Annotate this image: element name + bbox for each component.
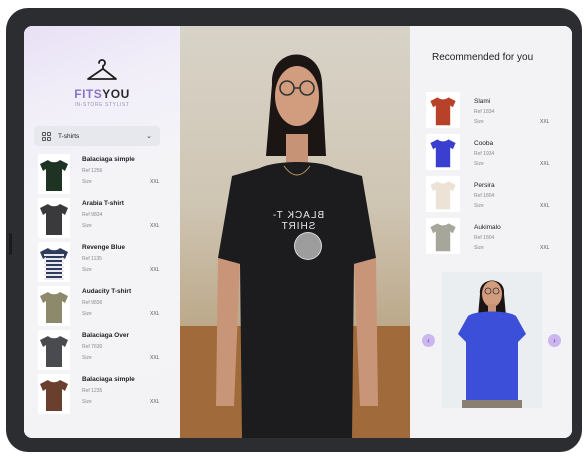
product-list-item[interactable]: Audacity T-shirt Ref 9836 Size XXL (38, 286, 168, 328)
recommended-item-ref: Ref 1804 (474, 193, 495, 199)
product-ref: Ref 1256 (82, 168, 103, 174)
product-name: Revenge Blue (82, 244, 125, 251)
category-dropdown[interactable]: T-shirts ⌄ (34, 126, 160, 146)
grid-icon (42, 131, 51, 141)
category-dropdown-value: T-shirts (58, 132, 80, 140)
right-panel: Recommended for you Slami Ref 1834 Size … (410, 26, 572, 438)
product-list-item[interactable]: Arabia T-shirt Ref 9834 Size XXL (38, 198, 168, 240)
camera-view: BLACK T-SHIRT (180, 26, 410, 438)
recommended-title: Recommended for you (432, 52, 534, 63)
tshirt-icon (426, 134, 460, 170)
product-ref: Ref 9836 (82, 300, 103, 306)
product-size-label: Size (82, 223, 92, 229)
preview-person-figure (458, 280, 526, 408)
product-name: Arabia T-shirt (82, 200, 124, 207)
product-size-value: XXL (150, 355, 160, 361)
recommended-item[interactable]: Cooba Ref 1934 Size XXL (426, 134, 556, 172)
product-name: Balaciaga simple (82, 156, 135, 163)
product-size-label: Size (82, 267, 92, 273)
recommended-item-size-value: XXL (540, 203, 550, 209)
shirt-print-text: BLACK T-SHIRT (271, 210, 325, 232)
product-ref: Ref 9834 (82, 212, 103, 218)
product-list-item[interactable]: Balaciaga simple Ref 1256 Size XXL (38, 154, 168, 196)
product-ref: Ref 1235 (82, 388, 103, 394)
recommended-item-ref: Ref 1804 (474, 235, 495, 241)
recommended-item-size-value: XXL (540, 245, 550, 251)
tshirt-icon (38, 242, 70, 282)
recommended-item-size-label: Size (474, 161, 484, 167)
recommended-item-size-label: Size (474, 203, 484, 209)
product-list-item[interactable]: Balaciaga Over Ref 7630 Size XXL (38, 330, 168, 372)
tshirt-icon (38, 374, 70, 414)
brand-name: FITSYOU (70, 87, 134, 101)
person-figure (216, 54, 378, 438)
product-size-label: Size (82, 179, 92, 185)
product-size-label: Size (82, 311, 92, 317)
brand-name-part2: YOU (102, 87, 130, 101)
product-size-value: XXL (150, 223, 160, 229)
product-list-item[interactable]: Balaciaga simple Ref 1235 Size XXL (38, 374, 168, 416)
recommended-item-size-value: XXL (540, 119, 550, 125)
recommended-item[interactable]: Aukimalo Ref 1804 Size XXL (426, 218, 556, 256)
tshirt-icon (426, 218, 460, 254)
product-size-value: XXL (150, 267, 160, 273)
product-ref: Ref 7630 (82, 344, 103, 350)
product-name: Balaciaga Over (82, 332, 129, 339)
recommended-item-size-label: Size (474, 245, 484, 251)
recommended-item-size-label: Size (474, 119, 484, 125)
tshirt-icon (38, 198, 70, 238)
tshirt-icon (426, 176, 460, 212)
recommended-item-name: Aukimalo (474, 224, 501, 231)
recommended-item[interactable]: Slami Ref 1834 Size XXL (426, 92, 556, 130)
capture-button[interactable] (294, 232, 322, 260)
recommended-item-name: Cooba (474, 140, 494, 147)
tshirt-icon (38, 330, 70, 370)
recommended-item-ref: Ref 1934 (474, 151, 495, 157)
tshirt-icon (426, 92, 460, 128)
product-size-value: XXL (150, 311, 160, 317)
chevron-down-icon: ⌄ (146, 133, 152, 140)
tshirt-icon (38, 286, 70, 326)
previous-arrow-button[interactable]: ‹ (422, 334, 435, 347)
recommended-item-size-value: XXL (540, 161, 550, 167)
product-ref: Ref 1135 (82, 256, 102, 262)
recommended-item[interactable]: Persira Ref 1804 Size XXL (426, 176, 556, 214)
product-size-value: XXL (150, 179, 160, 185)
product-size-label: Size (82, 399, 92, 405)
brand-name-part1: FITS (74, 87, 103, 101)
left-panel: FITSYOU IN-STORE STYLIST T-shirts ⌄ Bala… (24, 26, 180, 438)
recommended-item-ref: Ref 1834 (474, 109, 495, 115)
tablet-frame: FITSYOU IN-STORE STYLIST T-shirts ⌄ Bala… (6, 8, 582, 452)
app-screen: FITSYOU IN-STORE STYLIST T-shirts ⌄ Bala… (24, 26, 572, 438)
product-name: Audacity T-shirt (82, 288, 132, 295)
recommended-item-name: Slami (474, 98, 491, 105)
product-size-value: XXL (150, 399, 160, 405)
next-arrow-button[interactable]: › (548, 334, 561, 347)
hanger-icon (87, 59, 117, 80)
product-size-label: Size (82, 355, 92, 361)
tshirt-icon (38, 154, 70, 194)
product-name: Balaciaga simple (82, 376, 135, 383)
recommended-item-name: Persira (474, 182, 495, 189)
tablet-side-button (9, 233, 12, 255)
brand-tagline: IN-STORE STYLIST (74, 102, 130, 108)
product-list-item[interactable]: Revenge Blue Ref 1135 Size XXL (38, 242, 168, 284)
tryon-preview (442, 272, 542, 408)
brand-logo: FITSYOU IN-STORE STYLIST (70, 56, 134, 108)
